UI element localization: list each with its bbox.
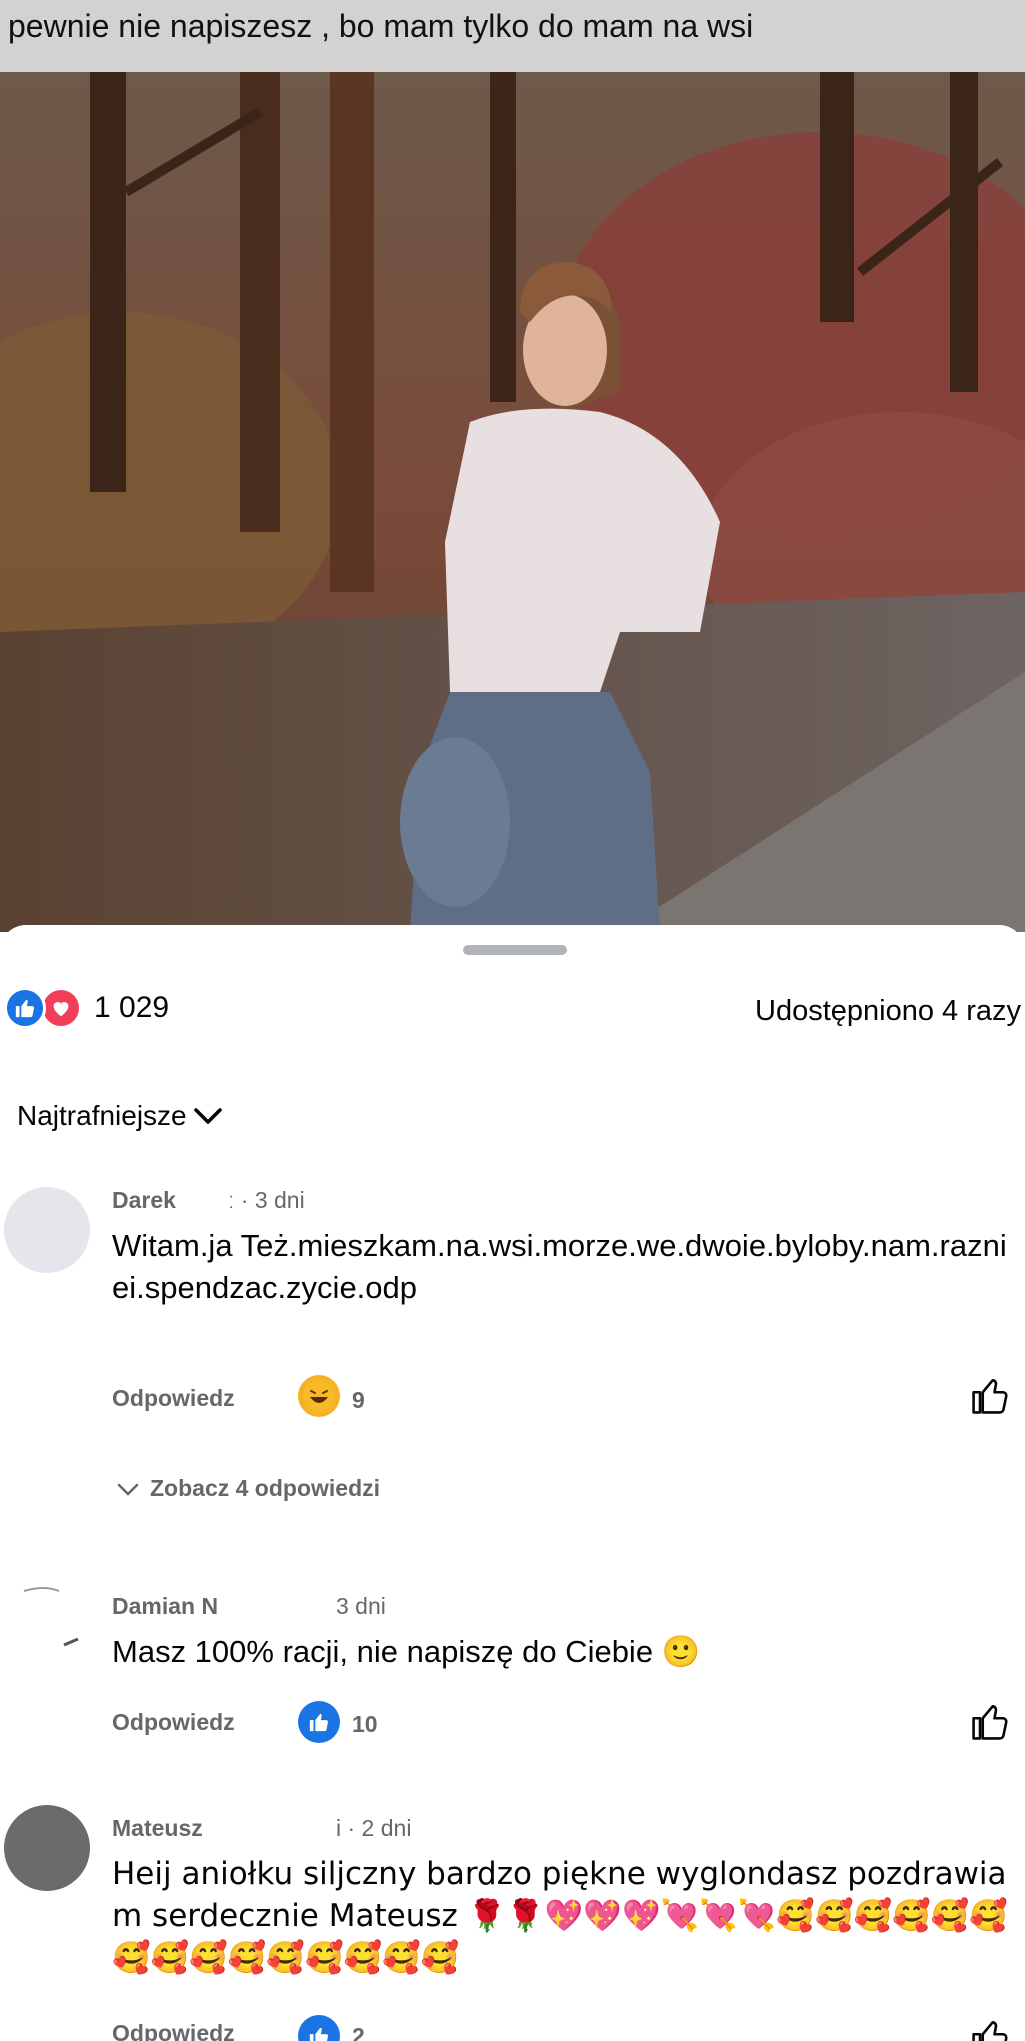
reaction-count: 2 bbox=[352, 2023, 365, 2041]
comment-time: 3 dni bbox=[336, 1593, 386, 1619]
post-caption-bar: pewnie nie napiszesz , bo mam tylko do m… bbox=[0, 0, 1025, 72]
comments-sheet: 1 029 Udostępniono 4 razy Najtrafniejsze… bbox=[0, 925, 1025, 2041]
comment-author[interactable]: Darek bbox=[112, 1187, 176, 1214]
avatar[interactable] bbox=[4, 1805, 90, 1891]
thumbs-up-icon bbox=[972, 2021, 1008, 2041]
sort-dropdown[interactable]: Najtrafniejsze bbox=[17, 1100, 223, 1132]
thumbs-up-icon bbox=[972, 1379, 1008, 1414]
like-icon bbox=[298, 1701, 340, 1743]
reaction-summary[interactable]: 1 029 bbox=[4, 985, 169, 1031]
sort-label: Najtrafniejsze bbox=[17, 1100, 187, 1131]
share-count[interactable]: Udostępniono 4 razy bbox=[755, 995, 1021, 1028]
haha-icon bbox=[298, 1375, 340, 1417]
comment-time: ː · 3 dni bbox=[228, 1187, 305, 1213]
comment-author[interactable]: Damian N bbox=[112, 1593, 218, 1620]
reply-button[interactable]: Odpowiedz bbox=[112, 1709, 235, 1736]
post-photo[interactable] bbox=[0, 72, 1025, 932]
heart-icon bbox=[40, 987, 82, 1029]
like-button[interactable] bbox=[969, 1699, 1013, 1748]
comment-text: Witam.ja Też.mieszkam.na.wsi.morze.we.dw… bbox=[112, 1228, 1007, 1305]
comment-author[interactable]: Mateusz bbox=[112, 1815, 203, 1842]
post-caption: pewnie nie napiszesz , bo mam tylko do m… bbox=[8, 8, 754, 44]
reaction-count: 10 bbox=[352, 1711, 378, 1737]
thumbs-up-icon bbox=[972, 1705, 1008, 1740]
comment-text: Heij aniołku siljczny bardzo piękne wygl… bbox=[112, 1856, 1009, 1976]
chevron-down-icon bbox=[117, 1483, 139, 1496]
chevron-down-icon bbox=[193, 1108, 222, 1124]
comment-time: i · 2 dni bbox=[336, 1815, 412, 1841]
view-replies-label: Zobacz 4 odpowiedzi bbox=[150, 1475, 381, 1501]
like-icon bbox=[298, 2015, 340, 2041]
like-button[interactable] bbox=[969, 2015, 1013, 2041]
reply-button[interactable]: Odpowiedz bbox=[112, 1385, 235, 1412]
comment-text: Masz 100% racji, nie napiszę do Ciebie 🙂 bbox=[112, 1634, 701, 1669]
avatar[interactable] bbox=[4, 1583, 90, 1669]
drag-handle[interactable] bbox=[463, 945, 567, 955]
reaction-count: 1 029 bbox=[94, 991, 170, 1024]
avatar[interactable] bbox=[4, 1187, 90, 1273]
reply-button[interactable]: Odpowiedz bbox=[112, 2020, 235, 2041]
like-icon bbox=[4, 987, 46, 1029]
view-replies-button[interactable]: Zobacz 4 odpowiedzi bbox=[116, 1475, 380, 1502]
like-button[interactable] bbox=[969, 1373, 1013, 1422]
reaction-count: 9 bbox=[352, 1387, 365, 1413]
forest-portrait-image bbox=[0, 72, 1025, 932]
